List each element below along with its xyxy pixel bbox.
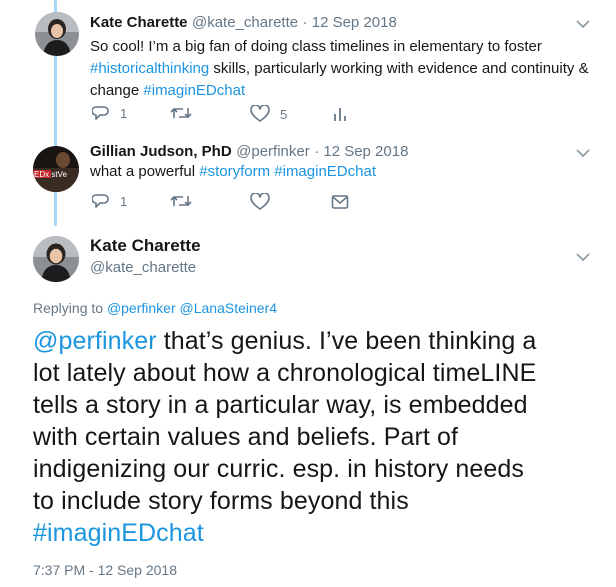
avatar-text: EDx stVe: [34, 170, 67, 179]
tweet-timestamp[interactable]: 7:37 PM - 12 Sep 2018: [33, 562, 177, 578]
retweet-icon: [170, 196, 192, 206]
like-icon: [250, 193, 270, 210]
avatar[interactable]: EDx stVe: [33, 146, 79, 192]
analytics-icon: [334, 108, 346, 121]
chevron-down-icon[interactable]: [576, 148, 590, 158]
like-button[interactable]: [250, 193, 270, 211]
replying-to: Replying to @perfinker @LanaSteiner4: [33, 300, 277, 316]
tweet-text: what a powerful #storyform #imaginEDchat: [90, 161, 590, 183]
like-count: 5: [280, 106, 288, 122]
hashtag-link[interactable]: #imaginEDchat: [143, 82, 245, 99]
chevron-down-icon[interactable]: [576, 252, 590, 262]
tweet-text-part: what a powerful: [90, 163, 200, 180]
like-icon: [250, 105, 270, 122]
tweet-text-line: indigenizing our curric. esp. in history…: [33, 455, 524, 483]
tweet-text-line: lot lately about how a chronological tim…: [33, 359, 537, 387]
chevron-down-icon[interactable]: [576, 19, 590, 29]
replying-label: Replying to: [33, 300, 107, 316]
main-tweet-text: @perfinker that’s genius. I’ve been thin…: [33, 325, 608, 549]
handle[interactable]: @kate_charette: [192, 14, 298, 31]
mention-link[interactable]: @perfinker: [107, 300, 176, 316]
reply-count: 1: [120, 193, 128, 209]
tweet-header: Gillian Judson, PhD @perfinker · 12 Sep …: [90, 143, 408, 161]
dm-icon: [331, 195, 349, 209]
hashtag-link[interactable]: #storyform: [199, 163, 270, 180]
tweet-text: So cool! I’m a big fan of doing class ti…: [90, 36, 590, 102]
reply-button[interactable]: 1: [92, 105, 127, 121]
analytics-button[interactable]: [333, 106, 347, 122]
tweet-text-line: that’s genius. I’ve been thinking a: [156, 327, 537, 355]
tweet-text-line: to include story forms beyond this: [33, 487, 409, 515]
display-name[interactable]: Gillian Judson, PhD: [90, 143, 232, 160]
hashtag-link[interactable]: #imaginEDchat: [33, 519, 204, 547]
mention-link[interactable]: @LanaSteiner4: [180, 300, 278, 316]
retweet-button[interactable]: [170, 193, 192, 209]
hashtag-link[interactable]: #imaginEDchat: [274, 163, 376, 180]
mention-link[interactable]: @perfinker: [33, 327, 157, 355]
display-name[interactable]: Kate Charette: [90, 236, 201, 256]
display-name[interactable]: Kate Charette: [90, 14, 188, 31]
avatar[interactable]: [33, 236, 79, 282]
reply-icon: [92, 194, 109, 208]
tweet-text-line: tells a story in a particular way, is em…: [33, 391, 528, 419]
tweet-date[interactable]: · 12 Sep 2018: [303, 14, 397, 31]
reply-count: 1: [120, 105, 128, 121]
handle[interactable]: @perfinker: [236, 143, 310, 160]
retweet-button[interactable]: [170, 105, 192, 121]
reply-icon: [92, 106, 109, 120]
handle[interactable]: @kate_charette: [90, 259, 196, 276]
dm-button[interactable]: [331, 194, 349, 210]
tweet-text-part: So cool! I’m a big fan of doing class ti…: [90, 38, 542, 55]
avatar[interactable]: [35, 12, 79, 56]
tweet-header: Kate Charette @kate_charette · 12 Sep 20…: [90, 14, 397, 32]
like-button[interactable]: 5: [250, 105, 287, 123]
tweet-text-line: with certain values and beliefs. Part of: [33, 423, 459, 451]
hashtag-link[interactable]: #historicalthinking: [90, 60, 209, 77]
retweet-icon: [170, 108, 192, 118]
reply-button[interactable]: 1: [92, 193, 127, 209]
tweet-date[interactable]: · 12 Sep 2018: [314, 143, 408, 160]
